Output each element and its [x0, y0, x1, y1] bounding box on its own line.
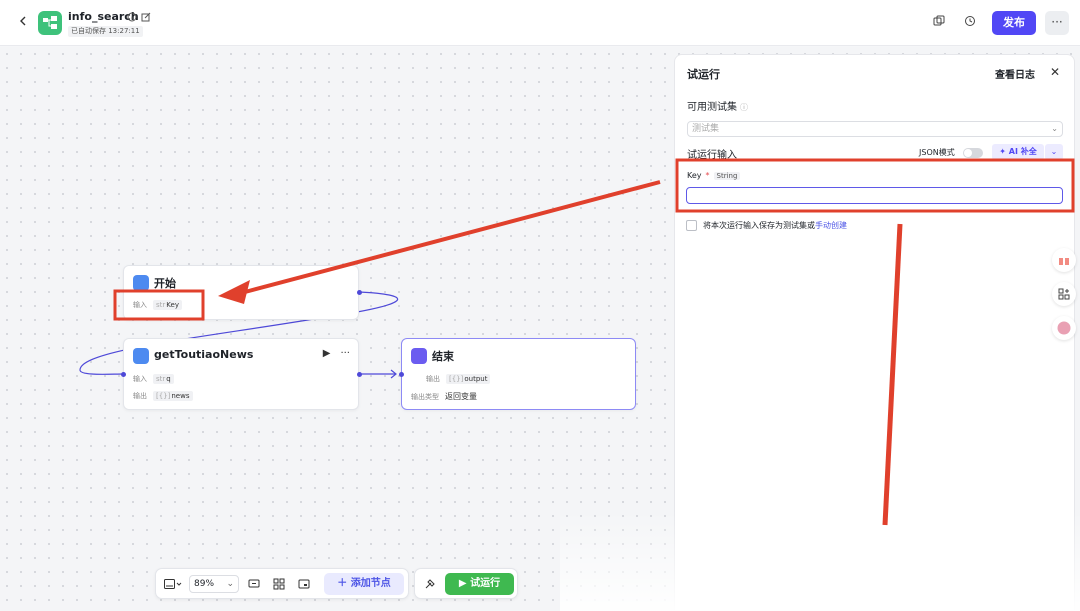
annotation-arrow-line	[244, 180, 661, 294]
annotation-vertical-line	[882, 223, 903, 526]
highlight-box-key-input	[675, 158, 1075, 213]
highlight-box-start-input	[113, 289, 205, 321]
annotation-arrowhead	[218, 280, 250, 304]
annotation-layer	[113, 158, 1075, 526]
